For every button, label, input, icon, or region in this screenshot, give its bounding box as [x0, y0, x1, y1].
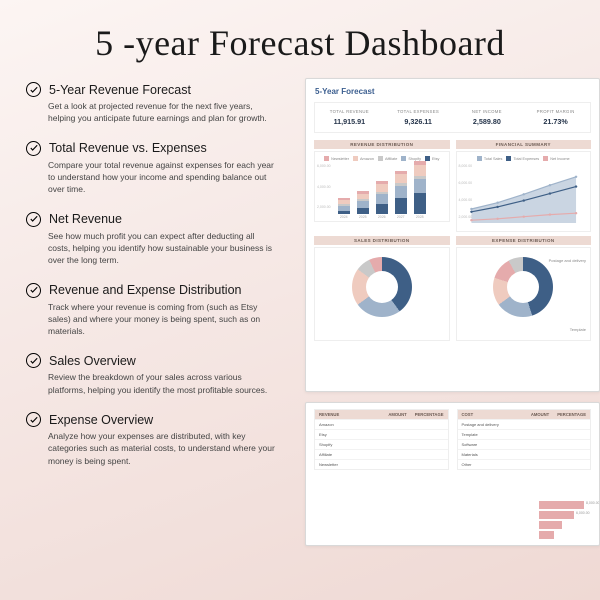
section-header: FINANCIAL SUMMARY — [456, 140, 592, 149]
feature-desc: Track where your revenue is coming from … — [26, 301, 278, 338]
feature-desc: See how much profit you can expect after… — [26, 230, 278, 267]
feature-title: Revenue and Expense Distribution — [49, 283, 241, 297]
page-title: 5 -year Forecast Dashboard — [0, 0, 600, 78]
feature-desc: Analyze how your expenses are distribute… — [26, 430, 278, 467]
section-header: EXPENSE DISTRIBUTION — [456, 236, 592, 245]
kpi: PROFIT MARGIN21.73% — [521, 109, 590, 126]
feature-list: 5-Year Revenue Forecast Get a look at pr… — [0, 78, 306, 483]
feature-title: Sales Overview — [49, 354, 136, 368]
check-icon — [26, 141, 41, 156]
table-row: Amazon — [315, 419, 448, 429]
feature-item: Total Revenue vs. Expenses Compare your … — [26, 141, 306, 196]
kpi-row: TOTAL REVENUE11,915.91 TOTAL EXPENSES9,3… — [314, 102, 591, 133]
kpi: NET INCOME2,589.80 — [453, 109, 522, 126]
kpi: TOTAL REVENUE11,915.91 — [315, 109, 384, 126]
check-icon — [26, 212, 41, 227]
sales-donut — [314, 247, 450, 341]
cost-table: COSTAMOUNTPERCENTAGE Postage and deliver… — [457, 409, 592, 470]
financial-area-chart: Total Sales Total Expenses Net Income 8,… — [456, 151, 592, 232]
feature-item: 5-Year Revenue Forecast Get a look at pr… — [26, 82, 306, 125]
section-header: SALES DISTRIBUTION — [314, 236, 450, 245]
check-icon — [26, 82, 41, 97]
expense-donut: Postage and delivery Template — [456, 247, 592, 341]
dashboard-previews: 5-Year Forecast TOTAL REVENUE11,915.91 T… — [305, 78, 600, 546]
card-title: 5-Year Forecast — [306, 79, 599, 99]
tables-card: REVENUEAMOUNTPERCENTAGE AmazonEtsyShopif… — [305, 402, 600, 546]
feature-item: Revenue and Expense Distribution Track w… — [26, 283, 306, 338]
check-icon — [26, 283, 41, 298]
feature-title: 5-Year Revenue Forecast — [49, 83, 191, 97]
table-row: Materials — [458, 449, 591, 459]
section-header: REVENUE DISTRIBUTION — [314, 140, 450, 149]
feature-desc: Review the breakdown of your sales acros… — [26, 371, 278, 396]
feature-desc: Get a look at projected revenue for the … — [26, 100, 278, 125]
table-row: Template — [458, 429, 591, 439]
forecast-card: 5-Year Forecast TOTAL REVENUE11,915.91 T… — [305, 78, 600, 392]
table-row: Newsletter — [315, 459, 448, 469]
feature-title: Expense Overview — [49, 413, 153, 427]
feature-title: Total Revenue vs. Expenses — [49, 141, 207, 155]
feature-desc: Compare your total revenue against expen… — [26, 159, 278, 196]
revenue-table: REVENUEAMOUNTPERCENTAGE AmazonEtsyShopif… — [314, 409, 449, 470]
check-icon — [26, 353, 41, 368]
table-row: Postage and delivery — [458, 419, 591, 429]
table-row: Affiliate — [315, 449, 448, 459]
kpi: TOTAL EXPENSES9,326.11 — [384, 109, 453, 126]
table-row: Shopify — [315, 439, 448, 449]
feature-title: Net Revenue — [49, 212, 122, 226]
feature-item: Expense Overview Analyze how your expens… — [26, 412, 306, 467]
check-icon — [26, 412, 41, 427]
revenue-bar-chart: Newsletter Amazon Affiliate Shopify Etsy… — [314, 151, 450, 222]
table-row: Other — [458, 459, 591, 469]
table-row: Software — [458, 439, 591, 449]
table-row: Etsy — [315, 429, 448, 439]
feature-item: Sales Overview Review the breakdown of y… — [26, 353, 306, 396]
mini-bar-chart: 8,000.00 6,000.00 — [539, 469, 589, 539]
feature-item: Net Revenue See how much profit you can … — [26, 212, 306, 267]
